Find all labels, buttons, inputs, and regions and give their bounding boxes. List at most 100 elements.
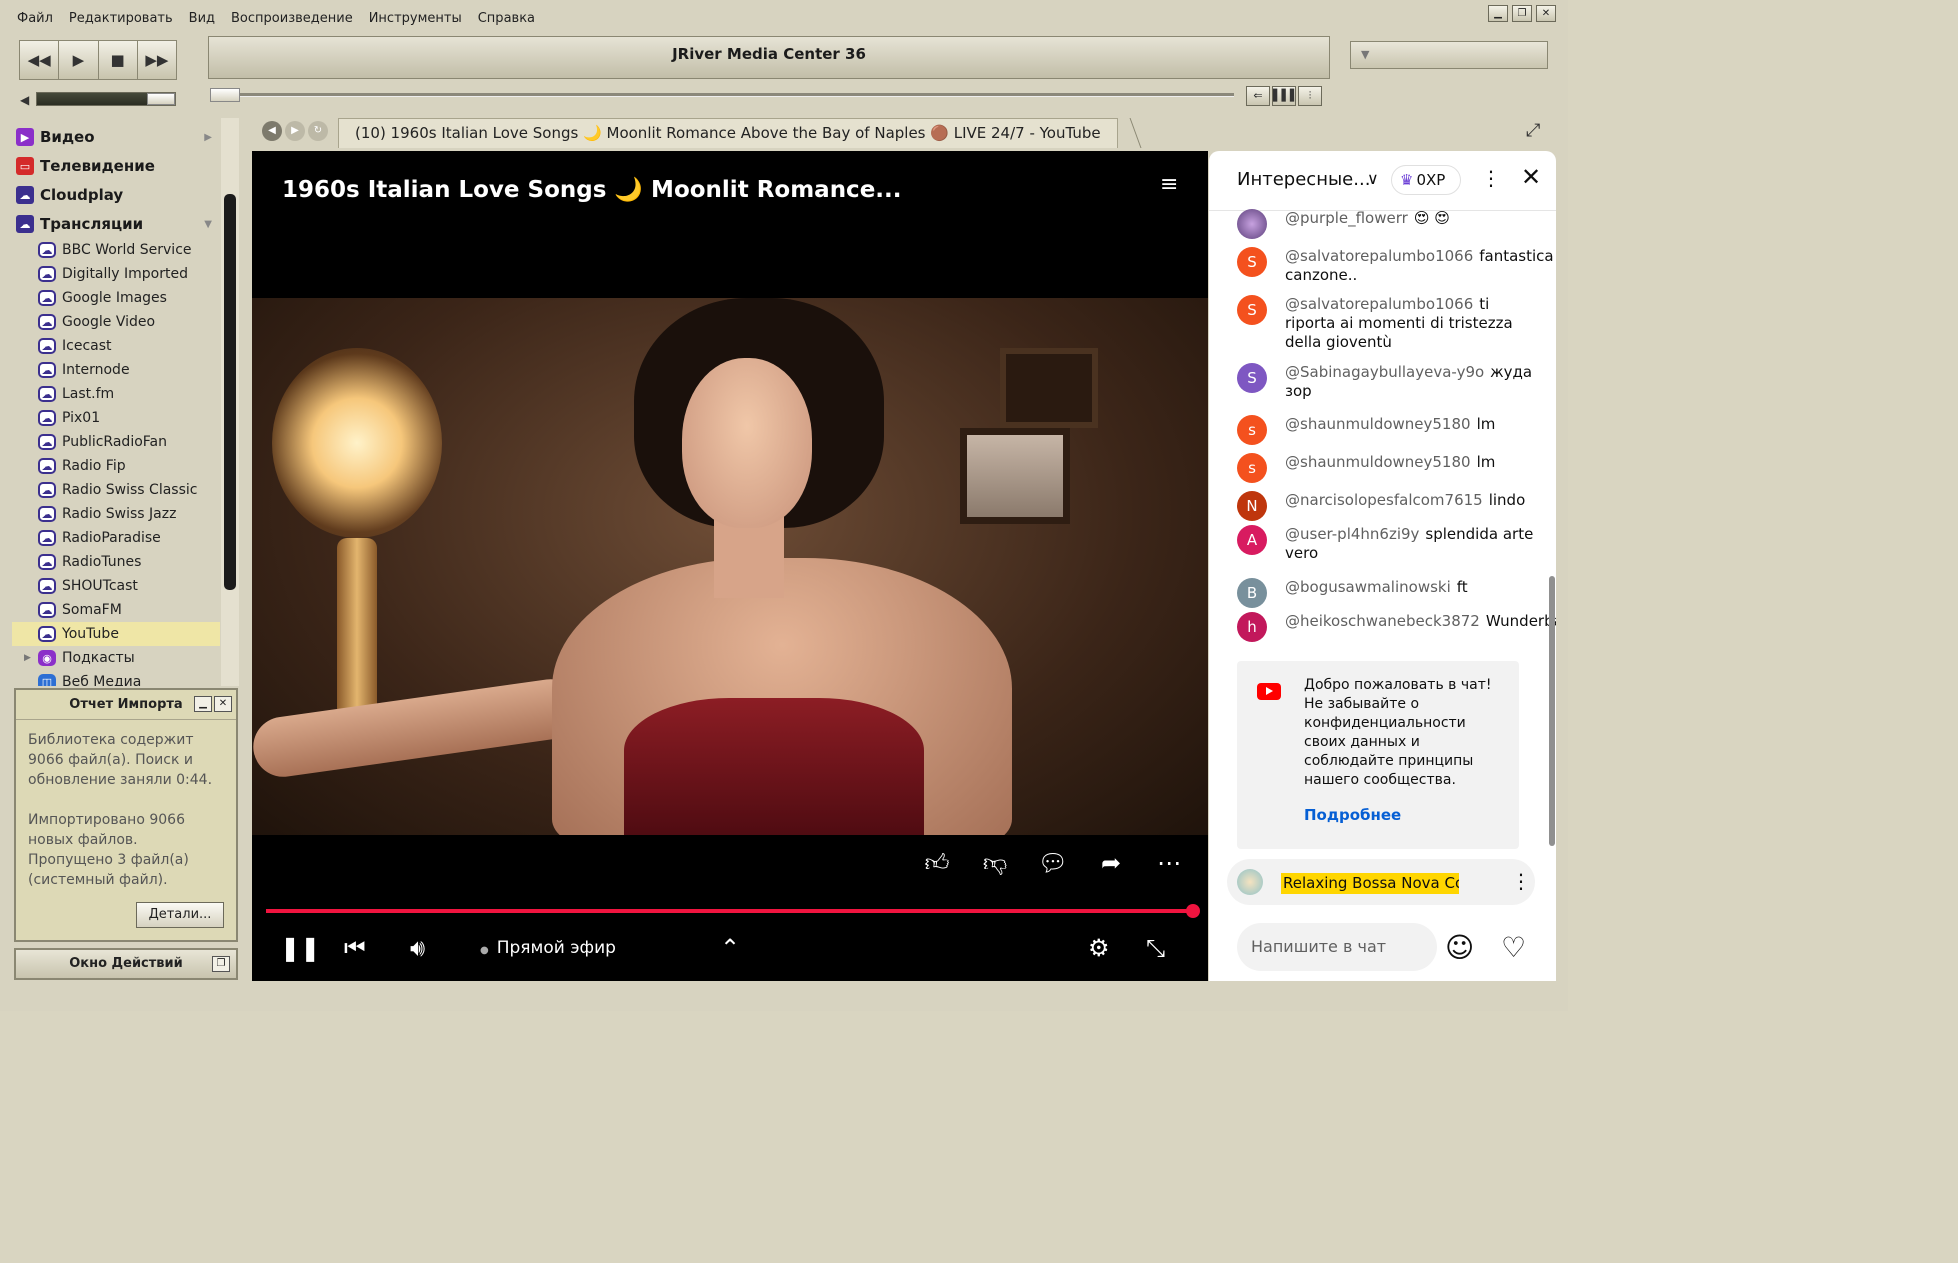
browser-tab[interactable]: (10) 1960s Italian Love Songs 🌙 Moonlit … — [338, 118, 1118, 170]
video-frame[interactable] — [252, 298, 1208, 835]
message-author[interactable]: @salvatorepalumbo1066 — [1285, 247, 1473, 265]
avatar[interactable] — [1237, 209, 1267, 239]
stream-item[interactable]: ☁ Radio Swiss Jazz — [12, 502, 220, 526]
chat-input[interactable]: Напишите в чат — [1237, 923, 1437, 971]
chat-message[interactable]: @purple_flowerr 😍 😍 — [1237, 209, 1537, 239]
menu-playback[interactable]: Воспроизведение — [231, 11, 353, 26]
chat-scrollbar[interactable] — [1549, 576, 1555, 846]
stream-item[interactable]: ☁ SHOUTcast — [12, 574, 220, 598]
video-progress-knob[interactable] — [1186, 904, 1200, 918]
tree-scroll-thumb[interactable] — [224, 194, 236, 590]
details-button[interactable]: Детали... — [136, 902, 224, 928]
message-author[interactable]: @shaunmuldowney5180 — [1285, 453, 1471, 471]
tree-item-more[interactable]: ◫ Веб Медиа — [12, 670, 220, 686]
video-title[interactable]: 1960s Italian Love Songs 🌙 Moonlit Roman… — [282, 176, 902, 203]
avatar[interactable]: S — [1237, 295, 1267, 325]
avatar[interactable]: B — [1237, 578, 1267, 608]
chat-message[interactable]: N @narcisolopesfalcom7615 lindo — [1237, 491, 1537, 521]
tree-item-трансляции[interactable]: ☁ Трансляции ▼ — [12, 212, 220, 236]
chat-message[interactable]: s @shaunmuldowney5180 lm — [1237, 415, 1537, 445]
stream-item[interactable]: ☁ RadioTunes — [12, 550, 220, 574]
stream-item[interactable]: ☁ Google Images — [12, 286, 220, 310]
close-icon[interactable]: ✕ — [214, 696, 232, 712]
chat-menu-icon[interactable]: ⋮ — [1481, 166, 1501, 190]
back-arrow-icon[interactable]: ◀ — [262, 121, 282, 141]
restore-icon[interactable]: ❐ — [1512, 5, 1532, 22]
equalizer-icon[interactable]: ▌▌▌ — [1272, 86, 1298, 106]
settings-gear-icon[interactable]: ⚙ — [1088, 928, 1110, 968]
avatar[interactable]: S — [1237, 363, 1267, 393]
chat-message[interactable]: B @bogusawmalinowski ft — [1237, 578, 1537, 608]
exit-fullscreen-icon[interactable]: ⤡ — [1146, 928, 1165, 968]
chat-message[interactable]: S @salvatorepalumbo1066 ti riporta ai mome… — [1237, 295, 1537, 352]
tree-item-видео[interactable]: ▶ Видео ▶ — [12, 125, 220, 149]
chat-message[interactable]: A @user-pl4hn6zi9y splendida arte vero — [1237, 525, 1537, 563]
stream-item[interactable]: ☁ Google Video — [12, 310, 220, 334]
stream-item[interactable]: ☁ Icecast — [12, 334, 220, 358]
chevron-down-icon[interactable]: ▼ — [204, 219, 212, 230]
avatar[interactable]: S — [1237, 247, 1267, 277]
settings-sliders-icon[interactable]: ⫶ — [1298, 86, 1322, 106]
menu-help[interactable]: Справка — [478, 11, 535, 26]
avatar[interactable]: s — [1237, 453, 1267, 483]
avatar[interactable]: N — [1237, 491, 1267, 521]
like-icon[interactable]: 👍︎ — [920, 846, 954, 880]
menu-tools[interactable]: Инструменты — [369, 11, 462, 26]
chat-message[interactable]: s @shaunmuldowney5180 lm — [1237, 453, 1537, 483]
play-icon[interactable]: ▶ — [59, 41, 99, 79]
message-author[interactable]: @bogusawmalinowski — [1285, 578, 1451, 596]
menu-edit[interactable]: Редактировать — [69, 11, 173, 26]
volume-icon[interactable]: ◀ — [20, 93, 29, 107]
chat-message[interactable]: h @heikoschwanebeck3872 Wunderbar — [1237, 612, 1556, 642]
avatar[interactable]: A — [1237, 525, 1267, 555]
previous-icon[interactable]: ◀◀ — [20, 41, 60, 79]
stream-item[interactable]: ☁ Internode — [12, 358, 220, 382]
menu-view[interactable]: Вид — [189, 11, 215, 26]
actions-window[interactable]: Окно Действий ❐ — [14, 948, 238, 980]
message-author[interactable]: @Sabinagaybullayeva-y9o — [1285, 363, 1484, 381]
volume-icon[interactable]: 🔊︎ — [410, 928, 425, 968]
volume-knob[interactable] — [147, 93, 175, 105]
chevron-up-icon[interactable]: ⌃ — [720, 928, 740, 968]
emoji-icon[interactable]: ☺ — [1445, 931, 1474, 964]
forward-arrow-icon[interactable]: ▶ — [285, 121, 305, 141]
seek-knob[interactable] — [210, 88, 240, 102]
share-icon[interactable]: ➦ — [1094, 846, 1128, 880]
xp-badge[interactable]: ♛ 0XP — [1391, 165, 1461, 195]
minimize-icon[interactable]: ▁ — [194, 696, 212, 712]
stream-item[interactable]: ☁ Radio Swiss Classic — [12, 478, 220, 502]
message-author[interactable]: @narcisolopesfalcom7615 — [1285, 491, 1483, 509]
video-progress-bar[interactable] — [266, 909, 1194, 913]
stream-item[interactable]: ☁ Pix01 — [12, 406, 220, 430]
message-author[interactable]: @salvatorepalumbo1066 — [1285, 295, 1473, 313]
stream-item[interactable]: ☁ Digitally Imported — [12, 262, 220, 286]
chevron-right-icon[interactable]: ▶ — [204, 132, 212, 143]
stream-item[interactable]: ☁ Radio Fip — [12, 454, 220, 478]
tree-item-more[interactable]: ▶ ◉ Подкасты — [12, 646, 220, 670]
message-author[interactable]: @purple_flowerr — [1285, 209, 1408, 227]
dislike-icon[interactable]: 👎︎ — [978, 846, 1012, 880]
chat-icon[interactable]: 💬︎ — [1036, 846, 1070, 880]
refresh-icon[interactable]: ↻ — [308, 121, 328, 141]
restore-icon[interactable]: ❐ — [212, 956, 230, 972]
chat-ticker[interactable]: Relaxing Bossa Nova Cov ⋮ — [1227, 859, 1535, 905]
back-icon[interactable]: ⇐ — [1246, 86, 1270, 106]
playlist-queue-icon[interactable]: ≡ — [1160, 172, 1178, 197]
heart-icon[interactable]: ♡ — [1501, 931, 1526, 964]
message-author[interactable]: @user-pl4hn6zi9y — [1285, 525, 1419, 543]
stream-item[interactable]: ☁ RadioParadise — [12, 526, 220, 550]
fullscreen-icon[interactable]: ⤢ — [1526, 120, 1540, 141]
minimize-icon[interactable]: ▁ — [1488, 5, 1508, 22]
next-icon[interactable]: ▶▶ — [138, 41, 176, 79]
live-indicator[interactable]: ● Прямой эфир — [480, 928, 616, 968]
avatar[interactable]: s — [1237, 415, 1267, 445]
chat-message[interactable]: S @Sabinagaybullayeva-y9o жуда зор — [1237, 363, 1537, 401]
search-dropdown[interactable]: ▼ — [1350, 41, 1548, 69]
stream-item[interactable]: ☁ Last.fm — [12, 382, 220, 406]
avatar[interactable]: h — [1237, 612, 1267, 642]
chevron-right-icon[interactable]: ▶ — [24, 653, 31, 663]
pause-icon[interactable]: ❚❚ — [280, 928, 320, 968]
stop-icon[interactable]: ■ — [99, 41, 138, 79]
chevron-down-icon[interactable]: ∨ — [1367, 169, 1379, 188]
chat-mode-title[interactable]: Интересные... — [1237, 169, 1370, 190]
